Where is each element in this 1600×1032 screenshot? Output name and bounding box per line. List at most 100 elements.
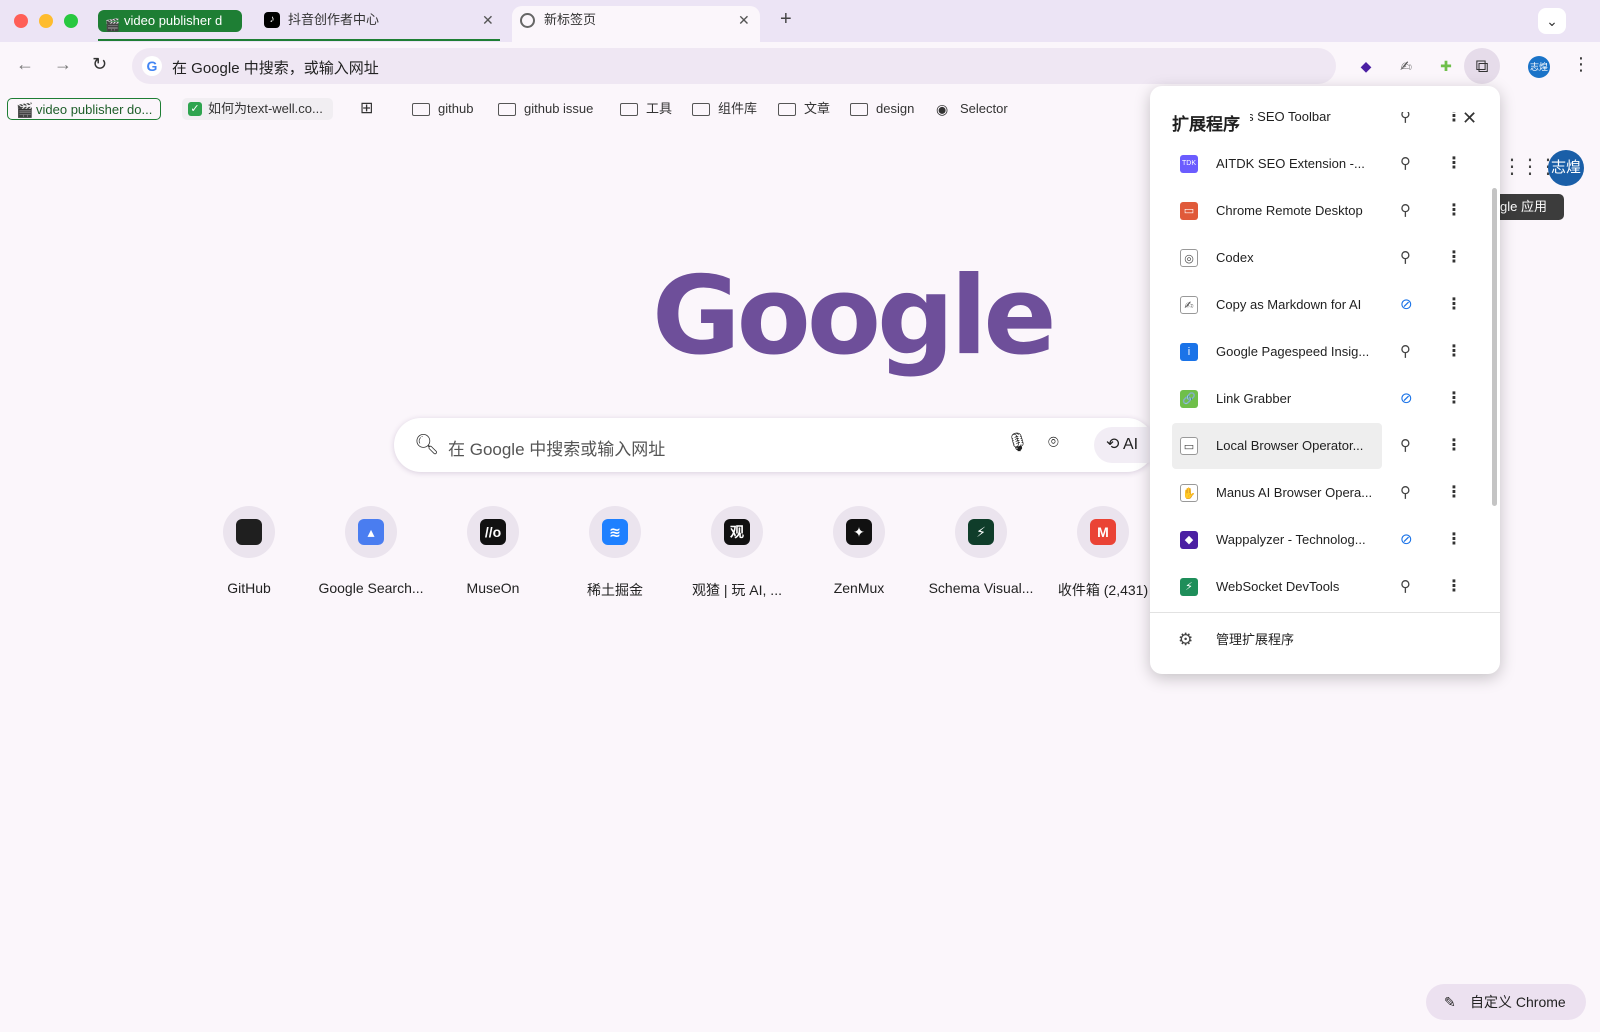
unpin-icon[interactable]: ⊘ — [1400, 389, 1413, 407]
tab-search-button[interactable]: ⌄ — [1538, 8, 1566, 34]
back-button[interactable]: ← — [16, 54, 34, 75]
shortcut-favicon: ⚡ — [968, 519, 994, 545]
pin-icon[interactable]: ⚲ — [1400, 436, 1411, 454]
shortcut-tile[interactable]: ✦ ZenMux — [798, 506, 920, 596]
bookmark-folder-components[interactable]: 组件库 — [692, 98, 757, 120]
unpin-icon[interactable]: ⊘ — [1400, 295, 1413, 313]
pin-icon[interactable]: ⚲ — [1400, 201, 1411, 219]
scrollbar[interactable] — [1492, 188, 1497, 506]
bookmark-folder-github-issue[interactable]: github issue — [498, 98, 593, 120]
shortcut-tile[interactable]: ▴ Google Search... — [310, 506, 432, 596]
chrome-menu-icon[interactable]: ⋮ — [1572, 54, 1590, 75]
bookmark-folder-articles[interactable]: 文章 — [778, 98, 830, 120]
copy-markdown-icon[interactable]: ✍ — [1396, 56, 1416, 76]
extension-row[interactable]: ▭ Chrome Remote Desktop ⚲ ⋮ — [1172, 188, 1472, 234]
apps-grid-icon[interactable]: ⊞ — [360, 98, 373, 120]
ntp-search-box[interactable]: 🔍︎ 在 Google 中搜索或输入网址 🎙︎ ⌾ ⟲ AI — [394, 418, 1164, 472]
google-lens-icon[interactable]: ⌾ — [1048, 432, 1059, 453]
bookmark-group-text-well[interactable]: ✓ 如何为text-well.co... — [182, 98, 333, 120]
shortcut-label: GitHub — [227, 580, 271, 596]
more-options-icon[interactable]: ⋮ — [1446, 482, 1462, 502]
extension-row[interactable]: ⚡ WebSocket DevTools ⚲ ⋮ — [1172, 564, 1472, 610]
zoom-window-button[interactable] — [64, 14, 78, 28]
more-options-icon[interactable]: ⋮ — [1446, 247, 1462, 267]
manage-extensions-button[interactable]: ⚙ 管理扩展程序 — [1172, 626, 1294, 654]
link-grabber-icon[interactable]: ✚ — [1436, 56, 1456, 76]
minimize-window-button[interactable] — [39, 14, 53, 28]
bookmark-folder-github[interactable]: github — [412, 98, 473, 120]
extension-row[interactable]: ◎ Codex ⚲ ⋮ — [1172, 235, 1472, 281]
extension-row[interactable]: ✍ Copy as Markdown for AI ⊘ ⋮ — [1172, 282, 1472, 328]
bookmark-selector[interactable]: ◉ Selector — [936, 98, 1008, 120]
shortcut-icon: ✦ — [833, 506, 885, 558]
bookmark-label: design — [876, 101, 915, 116]
extensions-puzzle-icon[interactable]: ⧉ — [1464, 48, 1500, 84]
folder-icon — [498, 103, 516, 116]
pin-icon[interactable]: ⚲ — [1400, 154, 1411, 172]
customize-chrome-button[interactable]: ✎ 自定义 Chrome — [1426, 984, 1586, 1020]
shortcut-tile[interactable]: GitHub — [188, 506, 310, 596]
shortcut-icon — [223, 506, 275, 558]
shortcut-label: 收件箱 (2,431) — [1057, 582, 1149, 598]
more-options-icon[interactable]: ⋮ — [1446, 112, 1462, 126]
extension-name: WebSocket DevTools — [1216, 579, 1340, 594]
extension-row[interactable]: i Google Pagespeed Insig... ⚲ ⋮ — [1172, 329, 1472, 375]
shortcut-tile[interactable]: ⚡ Schema Visual... — [920, 506, 1042, 596]
extensions-menu-title: 扩展程序 — [1172, 110, 1250, 135]
shortcut-tile[interactable]: //o MuseOn — [432, 506, 554, 596]
chrome-icon — [520, 13, 535, 28]
reload-button[interactable]: ↻ — [92, 54, 107, 75]
more-options-icon[interactable]: ⋮ — [1446, 294, 1462, 314]
more-options-icon[interactable]: ⋮ — [1446, 153, 1462, 173]
close-tab-icon[interactable]: ✕ — [482, 6, 494, 34]
extensions-list: aAhrefs SEO Toolbar⚲⋮TDKAITDK SEO Extens… — [1150, 112, 1500, 612]
bookmark-label: 文章 — [804, 101, 831, 116]
google-icon: G — [142, 56, 162, 76]
more-options-icon[interactable]: ⋮ — [1446, 435, 1462, 455]
bookmark-folder-design[interactable]: design — [850, 98, 914, 120]
shortcut-icon: ⚡ — [955, 506, 1007, 558]
extension-name: Link Grabber — [1216, 391, 1292, 406]
close-window-button[interactable] — [14, 14, 28, 28]
tab-douyin[interactable]: ♪ 抖音创作者中心 ✕ — [256, 6, 496, 42]
more-options-icon[interactable]: ⋮ — [1446, 388, 1462, 408]
address-bar[interactable]: G 在 Google 中搜索，或输入网址 — [132, 48, 1336, 84]
more-options-icon[interactable]: ⋮ — [1446, 200, 1462, 220]
extension-row[interactable]: ▭ Local Browser Operator... ⚲ ⋮ — [1172, 423, 1462, 469]
shortcut-tile[interactable]: 观观猹 | 玩 AI, ... — [676, 506, 798, 600]
close-tab-icon[interactable]: ✕ — [738, 6, 750, 34]
shortcut-label: 稀土掘金 — [587, 582, 643, 598]
extension-row[interactable]: 🔗 Link Grabber ⊘ ⋮ — [1172, 376, 1472, 422]
new-tab-button[interactable]: + — [780, 8, 792, 31]
shortcut-label: Schema Visual... — [928, 580, 1034, 596]
bookmark-label: 工具 — [646, 101, 673, 116]
folder-icon — [778, 103, 796, 116]
forward-button[interactable]: → — [54, 54, 72, 75]
pin-icon[interactable]: ⚲ — [1400, 483, 1411, 501]
pin-icon[interactable]: ⚲ — [1400, 577, 1411, 595]
extension-row[interactable]: TDK AITDK SEO Extension -... ⚲ ⋮ — [1172, 141, 1472, 187]
pin-icon[interactable]: ⚲ — [1400, 112, 1411, 125]
extension-name: Copy as Markdown for AI — [1216, 297, 1362, 312]
bookmark-group-video-publisher[interactable]: 🎬 video publisher do... — [7, 98, 162, 120]
close-icon[interactable]: ✕ — [1462, 108, 1477, 129]
shortcut-favicon: ≋ — [602, 519, 628, 545]
shortcut-tile[interactable]: ≋ 稀土掘金 — [554, 506, 676, 600]
profile-avatar[interactable]: 志煌 — [1528, 56, 1550, 78]
tab-new-tab[interactable]: 新标签页 ✕ — [512, 6, 760, 42]
more-options-icon[interactable]: ⋮ — [1446, 576, 1462, 596]
more-options-icon[interactable]: ⋮ — [1446, 341, 1462, 361]
more-options-icon[interactable]: ⋮ — [1446, 529, 1462, 549]
extension-row[interactable]: ✋ Manus AI Browser Opera... ⚲ ⋮ — [1172, 470, 1472, 516]
shortcut-tile[interactable]: M 收件箱 (2,431) — [1042, 506, 1164, 600]
wappalyzer-icon[interactable]: ◆ — [1356, 56, 1376, 76]
extension-row[interactable]: ◆ Wappalyzer - Technolog... ⊘ ⋮ — [1172, 517, 1472, 563]
microphone-icon[interactable]: 🎙︎ — [1006, 432, 1029, 453]
google-logo: Google — [652, 254, 1057, 379]
pin-icon[interactable]: ⚲ — [1400, 342, 1411, 360]
pin-icon[interactable]: ⚲ — [1400, 248, 1411, 266]
tab-group-chip[interactable]: 🎬 video publisher d — [98, 10, 242, 32]
unpin-icon[interactable]: ⊘ — [1400, 530, 1413, 548]
bookmark-folder-tools[interactable]: 工具 — [620, 98, 672, 120]
account-avatar[interactable]: 志煌 — [1548, 150, 1584, 186]
